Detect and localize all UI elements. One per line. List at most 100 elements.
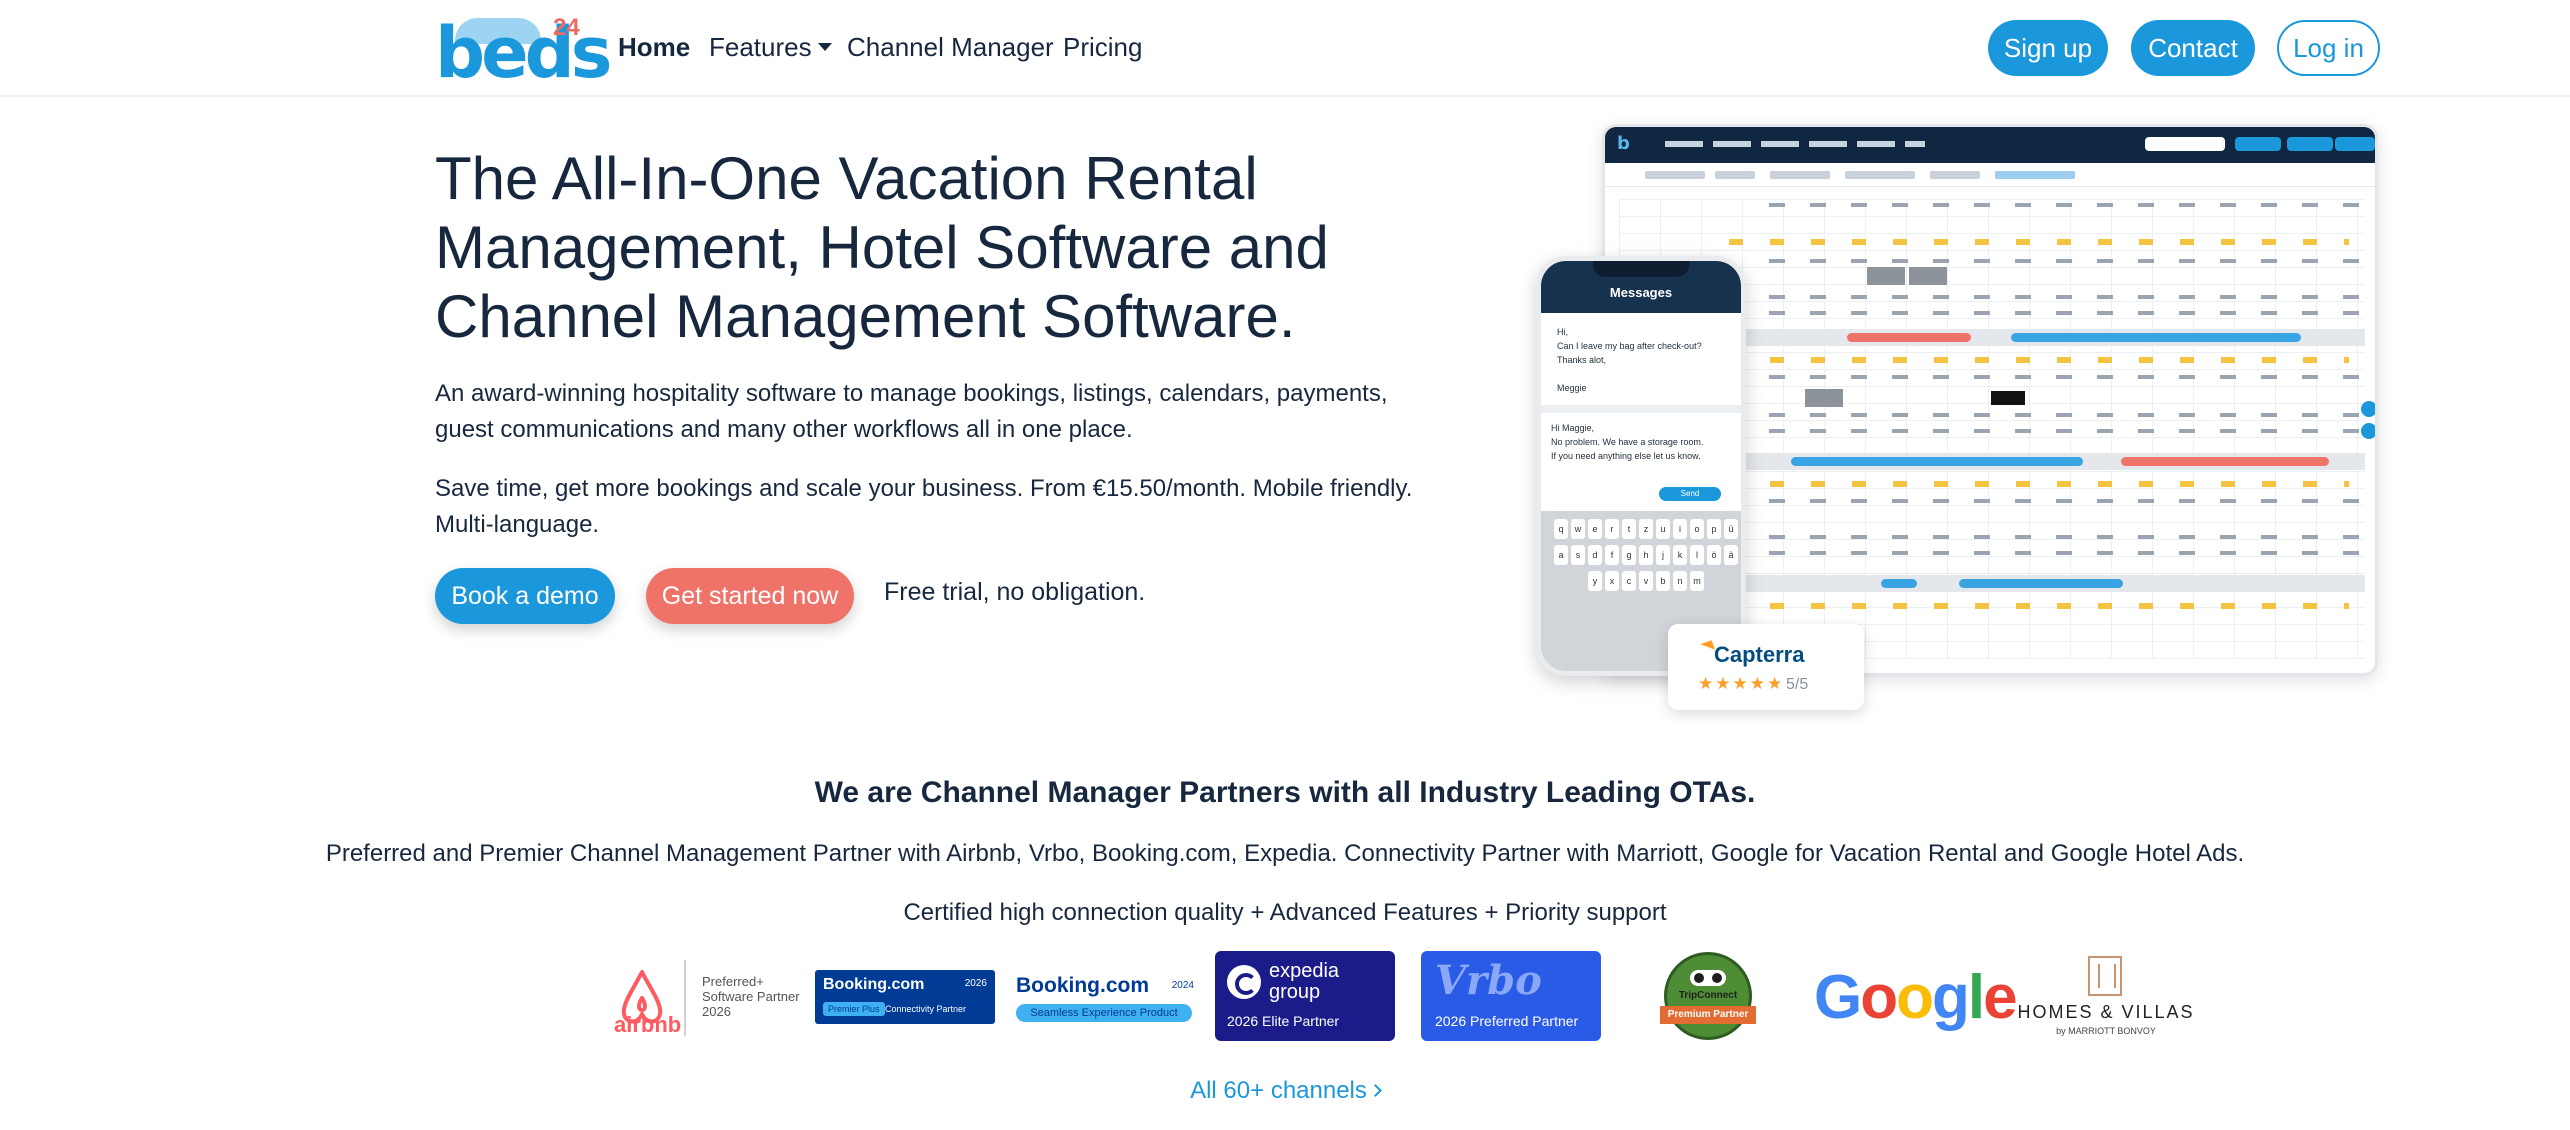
hero-description: An award-winning hospitality software to… [435,380,1388,443]
book-demo-button[interactable]: Book a demo [435,568,615,624]
vrbo-badge-text: 2026 Preferred Partner [1435,1013,1579,1029]
premium-partner-ribbon: Premium Partner [1660,1006,1756,1024]
divider [1541,405,1741,413]
partner-logos: airbnb Preferred+ Software Partner 2026 … [0,950,2570,1041]
marriott-bonvoy-text: by MARRIOTT BONVOY [2056,1026,2156,1036]
all-channels-link[interactable]: All 60+ channels [0,1077,2570,1105]
keyboard-key: p [1707,519,1721,539]
keyboard-key: j [1656,545,1670,565]
keyboard-row: yxcvbnm [1545,571,1741,591]
keyboard-key: f [1605,545,1619,565]
homes-villas-icon [2088,956,2122,996]
google-logo: Google [1814,962,2018,1033]
keyboard-key: h [1639,545,1653,565]
app-toolbar-preview [1605,163,2375,187]
booking-seamless-logo: Booking.com 2024 Seamless Experience Pro… [1016,974,1194,1024]
keyboard-key: k [1673,545,1687,565]
expedia-wordmark: expedia group [1269,960,1340,1003]
keyboard-key: n [1673,571,1687,591]
airbnb-partner-text: Preferred+ Software Partner 2026 [702,974,800,1019]
host-reply: Hi Maggie, No problem. We have a storage… [1551,423,1704,461]
keyboard-key: s [1571,545,1585,565]
nav-features[interactable]: Features [709,32,832,63]
keyboard-key: l [1690,545,1704,565]
hero-pricing-text: Save time, get more bookings and scale y… [435,475,1413,538]
homes-villas-wordmark: HOMES & VILLAS [2017,1002,2195,1022]
booking-seamless-pill: Seamless Experience Product [1016,1004,1192,1022]
capterra-badge[interactable]: Capterra ★★★★★ 5/5 [1668,624,1864,710]
google-letter: o [1896,963,1934,1032]
beds24-logo[interactable]: beds 24 [435,14,612,88]
keyboard-key: w [1571,519,1585,539]
expedia-icon [1227,965,1261,999]
booking-year: 2026 [964,978,987,989]
tripconnect-text: TripConnect [1678,990,1738,1001]
app-menu-preview [1665,141,1925,147]
keyboard-key: o [1690,519,1704,539]
keyboard-key: q [1554,519,1568,539]
phone-messages-preview: Messages Hi, Can I leave my bag after ch… [1536,256,1746,676]
keyboard-key: m [1690,571,1704,591]
keyboard-key: ä [1724,545,1738,565]
keyboard-key: v [1639,571,1653,591]
app-button-preview [2287,137,2333,151]
nav-pricing[interactable]: Pricing [1063,32,1142,63]
keyboard-key: a [1554,545,1568,565]
signup-button[interactable]: Sign up [1988,20,2108,76]
phone-notch [1593,261,1689,277]
nav-features-label: Features [709,32,812,62]
contact-button[interactable]: Contact [2131,20,2255,76]
chevron-down-icon [817,43,832,52]
capterra-arrow-icon [1689,640,1715,658]
get-started-button[interactable]: Get started now [646,568,854,624]
keyboard-key: x [1605,571,1619,591]
mini-logo: b [1617,133,1630,154]
partners-benefits: Certified high connection quality + Adva… [903,899,1667,926]
booking-connectivity-text: Connectivity Partner [885,1004,967,1014]
booking-wordmark: Booking.com [823,976,925,993]
google-letter: o [1860,963,1898,1032]
partners-heading: We are Channel Manager Partners with all… [814,776,1756,809]
keyboard-key: e [1588,519,1602,539]
booking-year: 2024 [1171,980,1194,991]
phone-header: Messages [1541,261,1741,313]
google-letter: G [1814,963,1862,1032]
phone-title: Messages [1609,285,1673,300]
google-letter: l [1967,963,1985,1032]
keyboard-key: ö [1707,545,1721,565]
expedia-badge-text: 2026 Elite Partner [1227,1013,1340,1029]
chevron-right-icon [1369,1084,1382,1098]
tripadvisor-logo: TripConnect Premium Partner [1660,950,1756,1040]
keyboard-key: d [1588,545,1602,565]
nav-home[interactable]: Home [618,32,690,63]
keyboard-key: b [1656,571,1670,591]
keyboard-row: asdfghjklöä [1545,545,1741,565]
top-navbar: beds 24 Home Features Channel Manager Pr… [0,0,2570,97]
app-button-preview [2235,137,2281,151]
keyboard-key: t [1622,519,1636,539]
google-letter: e [1983,963,2018,1032]
keyboard-row: qwertzuiopü [1545,519,1741,539]
vrbo-wordmark: Vrbo [1435,957,1542,1004]
app-button-preview [2335,137,2375,151]
booking-wordmark: Booking.com [1016,974,1150,997]
keyboard-key: r [1605,519,1619,539]
partners-subtitle: Preferred and Premier Channel Management… [325,840,2245,867]
hero-title: The All-In-One Vacation Rental Managemen… [435,145,1329,350]
homes-villas-logo: HOMES & VILLAS by MARRIOTT BONVOY [2016,956,2196,1040]
nav-channel-manager[interactable]: Channel Manager [847,32,1054,63]
keyboard-key: z [1639,519,1653,539]
all-channels-label: All 60+ channels [1190,1077,1367,1104]
logo-wordmark: beds [435,12,612,94]
logo-superscript: 24 [553,14,580,41]
keyboard-key: i [1673,519,1687,539]
airbnb-wordmark: airbnb [614,1012,682,1037]
free-trial-note: Free trial, no obligation. [884,578,1146,606]
booking-premier-logo: Booking.com 2026 Premier Plus Connectivi… [815,970,995,1024]
keyboard-key: y [1588,571,1602,591]
guest-message: Hi, Can I leave my bag after check-out? … [1549,319,1725,399]
keyboard-key: u [1656,519,1670,539]
keyboard-key: c [1622,571,1636,591]
google-letter: g [1931,963,1970,1032]
login-button[interactable]: Log in [2277,20,2380,76]
